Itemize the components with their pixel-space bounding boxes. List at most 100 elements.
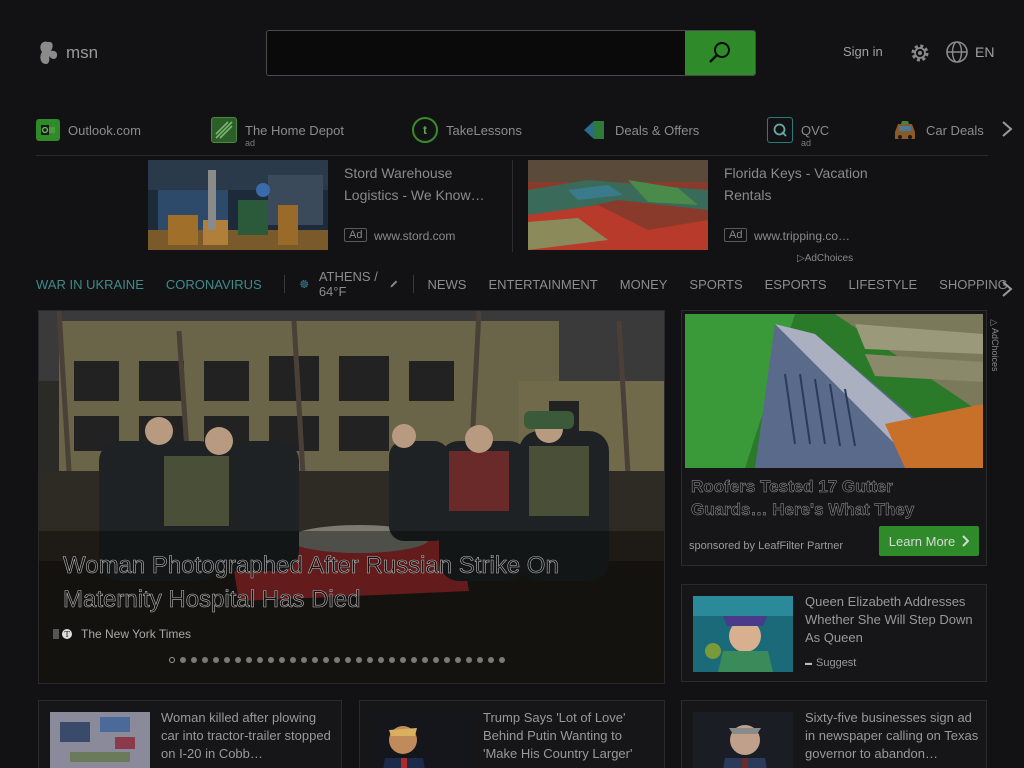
ad-card-florida[interactable]: Florida Keys - Vacation Rentals Ad www.t…: [528, 160, 868, 252]
divider: [283, 275, 285, 293]
nav-sports[interactable]: SPORTS: [689, 277, 742, 292]
gear-icon[interactable]: [908, 41, 932, 65]
carousel-dot[interactable]: [345, 657, 351, 663]
carousel-dot[interactable]: [334, 657, 340, 663]
card-headline[interactable]: Woman killed after plowing car into trac…: [161, 709, 331, 763]
search-button[interactable]: [685, 31, 755, 75]
sign-in-link[interactable]: Sign in: [843, 44, 883, 59]
carousel-dots[interactable]: [169, 657, 505, 663]
ad-image: [685, 314, 983, 468]
adchoices-link[interactable]: ▷AdChoices: [990, 318, 1000, 372]
carousel-dot[interactable]: [213, 657, 219, 663]
carousel-dot[interactable]: [323, 657, 329, 663]
quick-link-label: Car Deals: [926, 122, 984, 138]
carousel-dot[interactable]: [433, 657, 439, 663]
carousel-dot[interactable]: [301, 657, 307, 663]
chevron-right-icon: [962, 535, 970, 547]
carousel-dot[interactable]: [257, 657, 263, 663]
hero-headline[interactable]: Woman Photographed After Russian Strike …: [63, 549, 643, 617]
carousel-dot[interactable]: [224, 657, 230, 663]
carousel-dot[interactable]: [367, 657, 373, 663]
outlook-icon: [36, 119, 60, 141]
pencil-icon[interactable]: [389, 277, 399, 291]
card-image: [50, 712, 150, 768]
ad-image: [148, 160, 328, 250]
carousel-dot[interactable]: [499, 657, 505, 663]
language-selector[interactable]: EN: [975, 44, 994, 60]
carousel-dot[interactable]: [411, 657, 417, 663]
ad-card-stord[interactable]: Stord Warehouse Logistics - We Know… Ad …: [148, 160, 508, 252]
carousel-dot[interactable]: [279, 657, 285, 663]
card-image: [693, 596, 793, 672]
card-headline[interactable]: Queen Elizabeth Addresses Whether She Wi…: [805, 593, 980, 647]
ad-badge: Ad: [344, 228, 368, 242]
adchoices-icon: ▷: [797, 253, 805, 264]
nav-entertainment[interactable]: ENTERTAINMENT: [488, 277, 597, 292]
carousel-dot[interactable]: [422, 657, 428, 663]
quick-link-car-deals[interactable]: Car Deals: [892, 114, 984, 146]
quick-link-label: Deals & Offers: [615, 122, 700, 138]
news-card[interactable]: Woman killed after plowing car into trac…: [38, 700, 342, 768]
card-headline[interactable]: Trump Says 'Lot of Love' Behind Putin Wa…: [483, 709, 658, 763]
search-box[interactable]: [266, 30, 756, 76]
divider: [512, 160, 513, 252]
chevron-right-icon[interactable]: [998, 278, 1016, 300]
news-card[interactable]: Trump Says 'Lot of Love' Behind Putin Wa…: [359, 700, 665, 768]
hero-source[interactable]: T The New York Times: [53, 627, 191, 641]
nav-news[interactable]: NEWS: [427, 277, 466, 292]
sponsored-ad[interactable]: Roofers Tested 17 Gutter Guards… Here's …: [681, 310, 987, 566]
weather-widget[interactable]: ATHENS / 64°F: [298, 269, 398, 299]
qvc-icon: [767, 117, 793, 143]
msn-logo[interactable]: msn: [36, 38, 98, 68]
quick-link-outlook[interactable]: Outlook.com: [36, 114, 141, 146]
ad-headline[interactable]: Roofers Tested 17 Gutter Guards… Here's …: [691, 475, 971, 521]
carousel-dot[interactable]: [290, 657, 296, 663]
chevron-right-icon[interactable]: [998, 118, 1016, 140]
carousel-dot[interactable]: [169, 657, 175, 663]
carousel-dot[interactable]: [202, 657, 208, 663]
carousel-dot[interactable]: [466, 657, 472, 663]
quick-link-qvc[interactable]: QVC ad: [767, 114, 829, 148]
hero-story[interactable]: Woman Photographed After Russian Strike …: [38, 310, 665, 684]
carousel-dot[interactable]: [312, 657, 318, 663]
news-card[interactable]: Sixty-five businesses sign ad in newspap…: [681, 700, 987, 768]
card-headline[interactable]: Sixty-five businesses sign ad in newspap…: [805, 709, 980, 763]
carousel-dot[interactable]: [455, 657, 461, 663]
ad-title: Stord Warehouse Logistics - We Know…: [344, 165, 485, 203]
learn-more-button[interactable]: Learn More: [879, 526, 979, 556]
category-nav: WAR IN UKRAINE CORONAVIRUS ATHENS / 64°F…: [36, 269, 1024, 299]
carousel-dot[interactable]: [246, 657, 252, 663]
weather-icon: [300, 279, 309, 289]
carousel-dot[interactable]: [389, 657, 395, 663]
nav-war-in-ukraine[interactable]: WAR IN UKRAINE: [36, 277, 144, 292]
carousel-dot[interactable]: [268, 657, 274, 663]
carousel-dot[interactable]: [356, 657, 362, 663]
quick-links-bar: Outlook.com The Home Depot ad t TakeLess…: [36, 114, 988, 156]
card-source[interactable]: ▬ Suggest: [805, 657, 856, 669]
carousel-dot[interactable]: [191, 657, 197, 663]
quick-link-deals[interactable]: Deals & Offers: [581, 114, 699, 146]
carousel-dot[interactable]: [235, 657, 241, 663]
carousel-dot[interactable]: [444, 657, 450, 663]
logo-text: msn: [66, 43, 99, 62]
quick-link-home-depot[interactable]: The Home Depot ad: [211, 114, 344, 148]
nyt-logo-icon: T: [53, 629, 72, 639]
carousel-dot[interactable]: [400, 657, 406, 663]
carousel-dot[interactable]: [477, 657, 483, 663]
search-input[interactable]: [267, 31, 685, 75]
nav-coronavirus[interactable]: CORONAVIRUS: [166, 277, 262, 292]
carousel-dot[interactable]: [378, 657, 384, 663]
nav-esports[interactable]: ESPORTS: [765, 277, 827, 292]
carousel-dot[interactable]: [180, 657, 186, 663]
carousel-dot[interactable]: [488, 657, 494, 663]
quick-link-takelessons[interactable]: t TakeLessons: [412, 114, 522, 146]
ad-label: ad: [245, 138, 256, 148]
home-depot-icon: [211, 117, 237, 143]
nav-lifestyle[interactable]: LIFESTYLE: [849, 277, 918, 292]
adchoices-link[interactable]: ▷AdChoices: [797, 253, 853, 264]
ad-sponsor: sponsored by LeafFilter Partner: [689, 540, 844, 552]
svg-text:T: T: [64, 630, 70, 639]
globe-icon[interactable]: [945, 40, 969, 64]
news-card[interactable]: Queen Elizabeth Addresses Whether She Wi…: [681, 584, 987, 682]
nav-money[interactable]: MONEY: [620, 277, 668, 292]
